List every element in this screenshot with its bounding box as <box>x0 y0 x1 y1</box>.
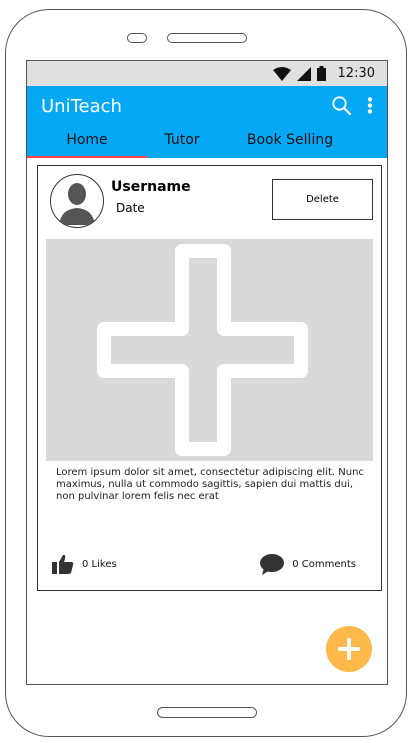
tab-bar: Home Tutor Book Selling <box>27 127 387 158</box>
phone-speaker <box>167 33 247 43</box>
wifi-icon <box>272 66 291 81</box>
tab-home[interactable]: Home <box>27 127 147 158</box>
post-image-placeholder[interactable] <box>46 239 373 461</box>
image-placeholder-plus-icon <box>97 244 308 456</box>
phone-camera <box>127 33 147 43</box>
delete-button[interactable]: Delete <box>272 179 373 220</box>
likes-count: 0 Likes <box>82 558 117 570</box>
tab-book-selling[interactable]: Book Selling <box>225 127 355 158</box>
more-vertical-icon[interactable] <box>367 97 373 114</box>
comments-count: 0 Comments <box>292 559 356 570</box>
post-username[interactable]: Username <box>111 179 191 195</box>
app-title: UniTeach <box>41 96 122 117</box>
add-post-fab[interactable] <box>326 626 372 672</box>
comment-bubble-icon <box>260 554 285 575</box>
status-bar: 12:30 <box>27 61 387 86</box>
search-icon[interactable] <box>332 96 351 115</box>
post-date: Date <box>116 201 145 215</box>
thumbs-up-icon <box>52 554 74 574</box>
phone-home-button[interactable] <box>157 707 257 718</box>
screen: 12:30 UniTeach Home Tutor Book Selling U… <box>26 60 388 685</box>
cell-signal-icon <box>296 66 311 81</box>
avatar <box>50 174 104 228</box>
plus-icon <box>338 638 360 660</box>
battery-icon <box>316 66 326 81</box>
user-silhouette-icon <box>59 183 95 225</box>
likes-control[interactable]: 0 Likes <box>52 554 117 574</box>
comments-control[interactable]: 0 Comments <box>260 554 356 575</box>
post-card: Username Date Delete Lorem ipsum dolor s… <box>37 165 382 591</box>
tab-tutor[interactable]: Tutor <box>149 127 215 158</box>
post-body: Lorem ipsum dolor sit amet, consectetur … <box>56 467 364 502</box>
app-bar: UniTeach Home Tutor Book Selling <box>27 86 387 158</box>
status-time: 12:30 <box>337 66 375 81</box>
